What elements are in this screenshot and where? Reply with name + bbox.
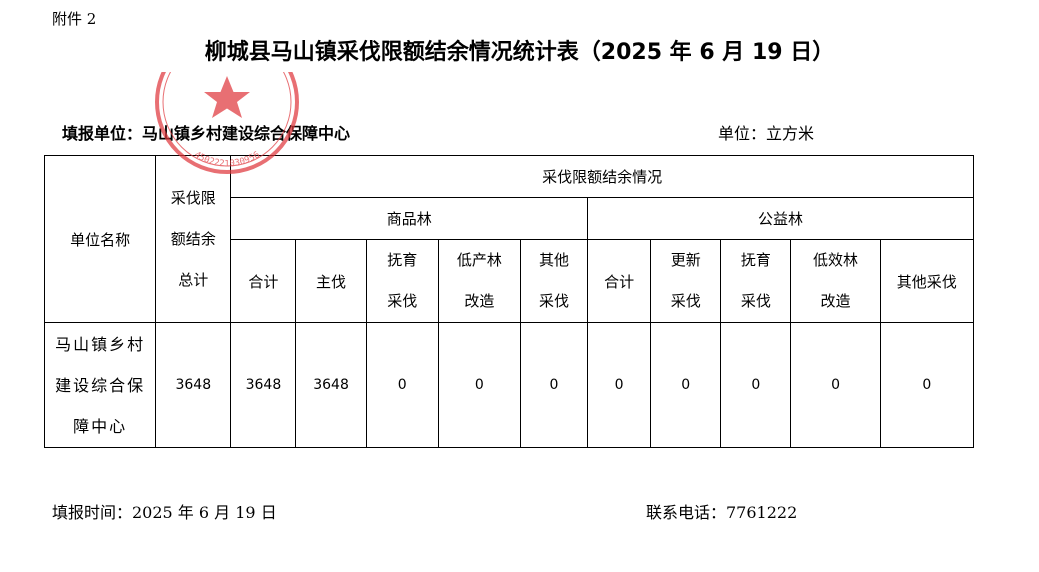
header-renewal-cutting: 更新 采伐 xyxy=(650,239,722,323)
header-public-total: 合计 xyxy=(587,239,652,323)
header-public-tending-cutting: 抚育 采伐 xyxy=(720,239,792,323)
cell-renewal-cutting: 0 xyxy=(650,322,722,448)
header-quota-total: 采伐限 额结余 总计 xyxy=(155,155,232,323)
header-quota-total-line: 额结余 xyxy=(170,229,216,248)
row-unit-name-line: 障中心 xyxy=(73,416,128,436)
header-low-yield-improvement: 低产林 改造 xyxy=(437,239,521,323)
header-line: 其他 xyxy=(538,251,569,269)
cell-tending-cutting: 0 xyxy=(365,322,439,448)
cell-public-total: 0 xyxy=(587,322,652,448)
header-quota-total-line: 总计 xyxy=(178,270,209,289)
cell-quota-total: 3648 xyxy=(155,322,232,448)
cell-main-cutting: 3648 xyxy=(295,322,367,448)
header-line: 抚育 xyxy=(387,251,418,269)
header-line: 采伐 xyxy=(538,292,569,310)
cell-low-efficiency-improvement: 0 xyxy=(790,322,881,448)
report-time: 填报时间：2025 年 6 月 19 日 xyxy=(52,503,277,522)
quota-balance-table: 单位名称 采伐限 额结余 总计 采伐限额结余情况 商品林 公益林 合计 主伐 抚… xyxy=(43,155,975,448)
header-line: 改造 xyxy=(820,292,851,310)
cell-commercial-total: 3648 xyxy=(230,322,297,448)
page-title: 柳城县马山镇采伐限额结余情况统计表（2025 年 6 月 19 日） xyxy=(204,40,835,65)
header-line: 合计 xyxy=(604,272,635,291)
header-line: 低产林 xyxy=(456,251,502,269)
header-line: 采伐 xyxy=(670,292,701,310)
row-unit-name-line: 建设综合保 xyxy=(55,375,146,395)
header-low-efficiency-improvement: 低效林 改造 xyxy=(790,239,881,323)
reporting-unit: 填报单位：马山镇乡村建设综合保障中心 xyxy=(62,124,351,143)
contact-phone: 联系电话：7761222 xyxy=(646,503,798,522)
header-other-cutting: 其他 采伐 xyxy=(519,239,589,323)
cell-low-yield-improvement: 0 xyxy=(437,322,521,448)
header-line: 合计 xyxy=(248,272,279,291)
header-unit-name: 单位名称 xyxy=(43,155,157,323)
header-line: 更新 xyxy=(670,251,701,269)
header-public-other-cutting: 其他采伐 xyxy=(879,239,975,323)
cell-public-other-cutting: 0 xyxy=(879,322,975,448)
header-balance-group: 采伐限额结余情况 xyxy=(230,155,974,198)
header-line: 采伐 xyxy=(740,292,771,310)
attachment-label: 附件 2 xyxy=(52,10,97,28)
header-line: 低效林 xyxy=(813,251,859,269)
header-tending-cutting: 抚育 采伐 xyxy=(365,239,439,323)
measurement-unit: 单位：立方米 xyxy=(718,124,815,143)
header-line: 改造 xyxy=(464,292,495,310)
cell-public-tending-cutting: 0 xyxy=(720,322,792,448)
table-row: 马山镇乡村 建设综合保 障中心 3648 3648 3648 0 0 0 0 0… xyxy=(43,322,975,448)
header-quota-total-line: 采伐限 xyxy=(170,188,216,207)
header-line: 主伐 xyxy=(316,272,347,291)
row-unit-name: 马山镇乡村 建设综合保 障中心 xyxy=(43,322,157,448)
header-commercial-total: 合计 xyxy=(230,239,297,323)
header-main-cutting: 主伐 xyxy=(295,239,367,323)
header-commercial-forest: 商品林 xyxy=(230,197,589,240)
header-line: 其他采伐 xyxy=(896,272,957,291)
header-public-forest: 公益林 xyxy=(587,197,974,240)
row-unit-name-line: 马山镇乡村 xyxy=(55,334,146,354)
cell-other-cutting: 0 xyxy=(519,322,589,448)
header-line: 抚育 xyxy=(740,251,771,269)
header-line: 采伐 xyxy=(387,292,418,310)
